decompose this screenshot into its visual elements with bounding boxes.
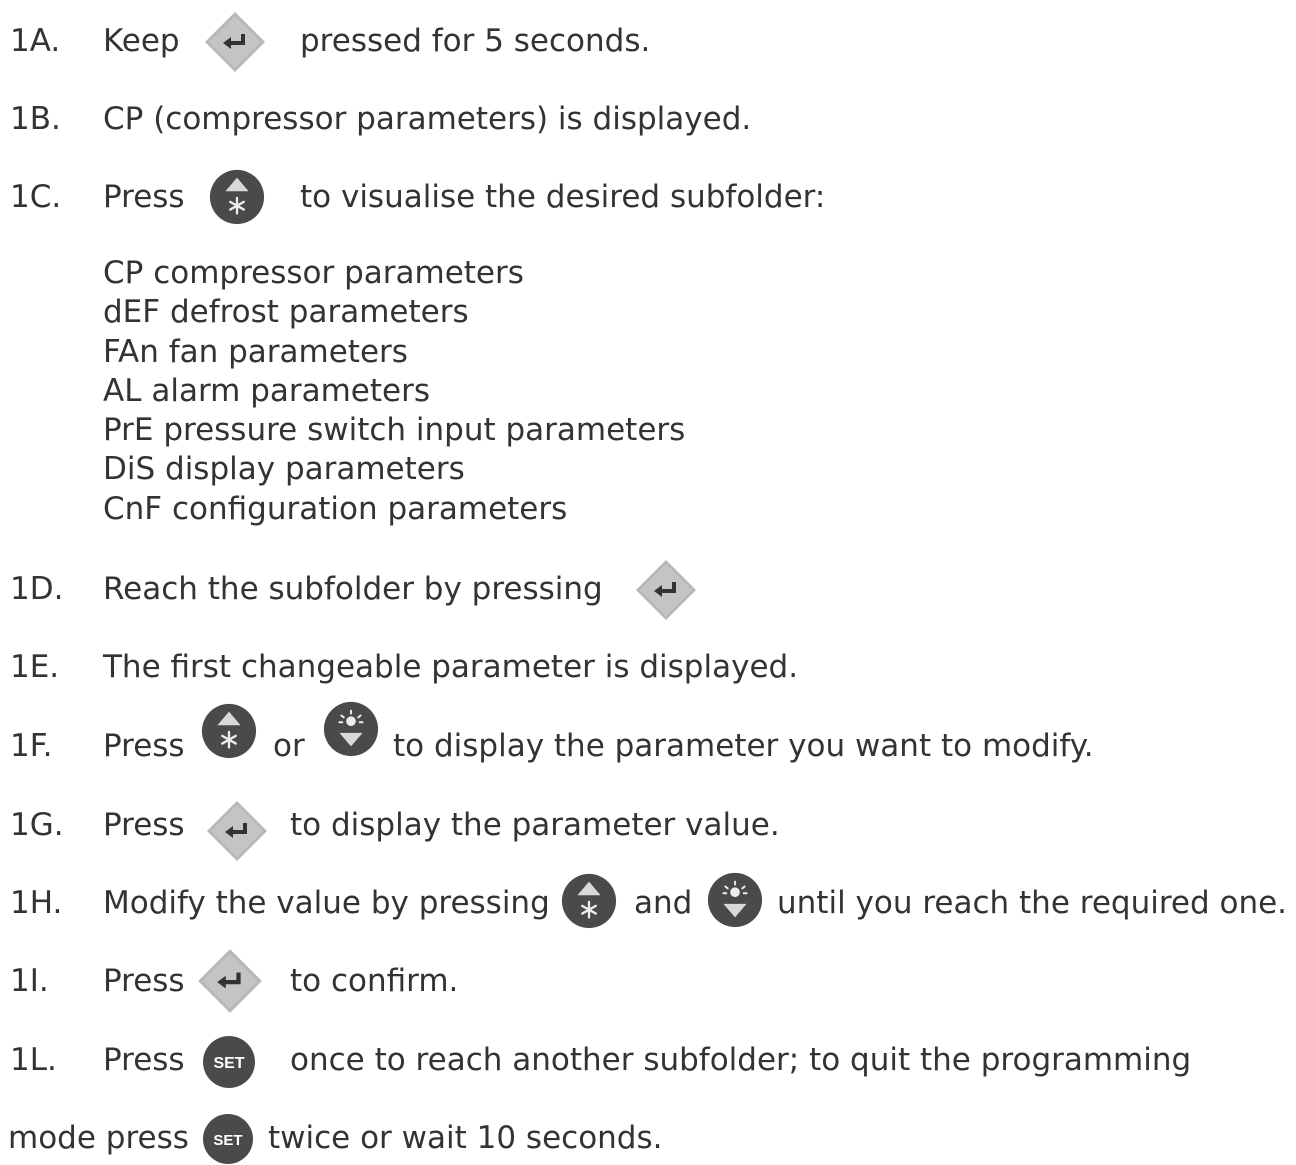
- step-text: twice or wait 10 seconds.: [268, 1120, 663, 1156]
- set-key-label: SET: [213, 1055, 244, 1072]
- step-text: once to reach another subfolder; to quit…: [290, 1042, 1192, 1078]
- step-text: Press: [103, 1042, 185, 1078]
- step-text: CP (compressor parameters) is displayed.: [103, 101, 752, 137]
- enter-key-icon: [205, 799, 269, 863]
- enter-key-icon: [196, 947, 264, 1015]
- step-number: 1A.: [10, 23, 61, 59]
- list-item: PrE pressure switch input parameters: [103, 412, 686, 449]
- step-number: 1H.: [10, 885, 63, 921]
- list-item: CnF configuration parameters: [103, 490, 568, 527]
- step-text: to visualise the desired subfolder:: [300, 179, 826, 215]
- step-number: 1L.: [10, 1042, 57, 1078]
- step-text: Reach the subfolder by pressing: [103, 571, 603, 607]
- step-text: Press: [103, 807, 185, 843]
- down-arrow-light-icon: [706, 871, 764, 929]
- step-number: 1G.: [10, 807, 64, 843]
- step-text: mode press: [8, 1120, 189, 1156]
- subfolder-list: CP compressor parameters dEF defrost par…: [103, 254, 685, 529]
- list-item: CP compressor parameters: [103, 255, 524, 291]
- step-number: 1C.: [10, 179, 62, 215]
- set-key-icon: SET: [202, 1113, 254, 1165]
- step-number: 1E.: [10, 649, 60, 685]
- step-text: to display the parameter you want to mod…: [393, 728, 1094, 764]
- step-number: 1B.: [10, 101, 61, 137]
- step-number: 1D.: [10, 571, 64, 607]
- step-text: The first changeable parameter is displa…: [103, 649, 799, 685]
- step-text: and: [634, 885, 693, 921]
- list-item: AL alarm parameters: [103, 372, 430, 409]
- step-text: Press: [103, 179, 185, 215]
- step-number: 1F.: [10, 728, 53, 764]
- step-text: Keep: [103, 23, 180, 59]
- step-text: or: [273, 728, 305, 764]
- up-arrow-snowflake-icon: [560, 872, 618, 930]
- down-arrow-light-icon: [322, 700, 380, 758]
- step-text: Press: [103, 963, 185, 999]
- enter-key-icon: [203, 10, 267, 74]
- step-text: to confirm.: [290, 963, 459, 999]
- up-arrow-snowflake-icon: [200, 702, 258, 760]
- step-number: 1I.: [10, 963, 49, 999]
- list-item: DiS display parameters: [103, 451, 465, 488]
- step-text: pressed for 5 seconds.: [300, 23, 651, 59]
- step-text: Press: [103, 728, 185, 764]
- step-text: to display the parameter value.: [290, 807, 780, 843]
- up-arrow-snowflake-icon: [208, 168, 266, 226]
- step-text: until you reach the required one.: [777, 885, 1288, 921]
- set-key-icon: SET: [201, 1034, 257, 1090]
- enter-key-icon: [634, 558, 698, 622]
- list-item: FAn fan parameters: [103, 333, 408, 370]
- list-item: dEF defrost parameters: [103, 294, 469, 331]
- set-key-label: SET: [213, 1132, 242, 1149]
- step-text: Modify the value by pressing: [103, 885, 550, 921]
